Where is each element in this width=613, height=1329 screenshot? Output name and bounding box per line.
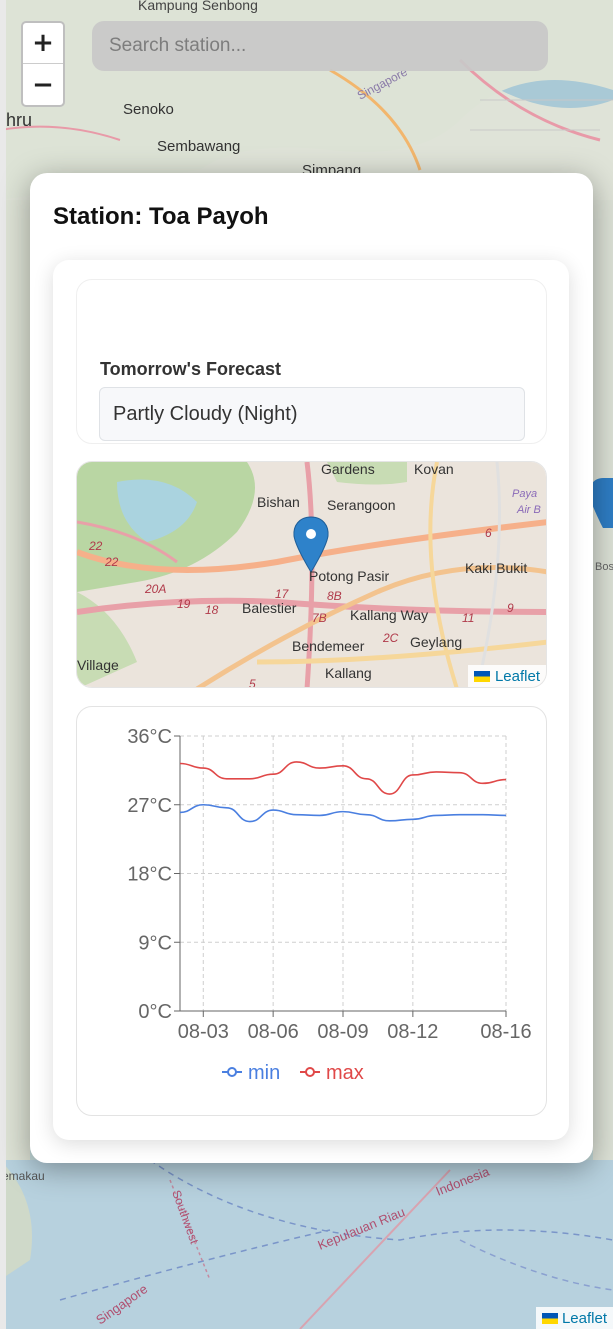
legend-label-min: min (248, 1062, 280, 1084)
mini-map-label: Bishan (257, 494, 300, 510)
road-number: 5 (249, 677, 256, 688)
map-label: emakau (2, 1169, 45, 1183)
road-number: 7B (312, 611, 327, 625)
mini-map-label: Kaki Bukit (465, 560, 527, 576)
y-tick-label: 27°C (127, 795, 172, 817)
mini-map-label: Potong Pasir (309, 568, 389, 584)
x-tick-label: 08-03 (178, 1021, 229, 1043)
forecast-field: Partly Cloudy (Night) (99, 387, 525, 441)
y-tick-label: 18°C (127, 864, 172, 886)
modal-title: Station: Toa Payoh (53, 203, 269, 230)
road-number: 17 (275, 587, 290, 601)
road-number: 22 (88, 539, 103, 553)
x-tick-label: 08-16 (480, 1021, 531, 1043)
legend-label-max: max (326, 1062, 364, 1084)
road-number: 2C (382, 631, 399, 645)
map-attribution[interactable]: Leaflet (535, 1307, 613, 1329)
map-label: Sembawang (157, 138, 240, 155)
mini-map-label: Geylang (410, 634, 462, 650)
zoom-out-button[interactable]: − (23, 64, 63, 105)
road-number: 19 (177, 597, 191, 611)
x-tick-label: 08-12 (387, 1021, 438, 1043)
road-number: 22 (104, 555, 119, 569)
mini-map-label: Village (77, 657, 119, 673)
forecast-card: Tomorrow's Forecast Partly Cloudy (Night… (76, 279, 547, 444)
attribution-link[interactable]: Leaflet (495, 668, 540, 685)
road-number: 8B (327, 589, 342, 603)
y-tick-label: 0°C (138, 1001, 172, 1023)
y-tick-label: 36°C (127, 726, 172, 748)
mini-map-label: Paya (512, 488, 537, 500)
road-number: 11 (462, 611, 474, 625)
mini-map-label: Kallang Way (350, 607, 428, 623)
map-label: hru (6, 110, 32, 130)
road-number: 6 (485, 526, 492, 540)
station-card: Tomorrow's Forecast Partly Cloudy (Night… (53, 260, 569, 1140)
mini-map-attribution[interactable]: Leaflet (467, 665, 546, 687)
map-label: Kampung Senbong (138, 0, 258, 13)
road-number: 18 (205, 603, 219, 617)
mini-map-label: Kovan (414, 462, 454, 477)
temperature-chart-card: 36°C 27°C 18°C 9°C 0°C 08-03 08-06 08-09 08-12 08… (76, 706, 547, 1116)
zoom-control: + − (21, 21, 65, 107)
search-input[interactable]: Search station... (92, 21, 548, 71)
x-tick-label: 08-06 (248, 1021, 299, 1043)
map-label: Bose (595, 561, 613, 573)
forecast-label: Tomorrow's Forecast (100, 359, 281, 379)
legend-dot-min (227, 1067, 237, 1077)
mini-map-label: Serangoon (327, 497, 396, 513)
attribution-link[interactable]: Leaflet (562, 1310, 607, 1327)
ukraine-flag-icon (473, 670, 490, 682)
road-number: 20A (144, 582, 166, 596)
mini-map-label: Kallang (325, 665, 372, 681)
x-tick-label: 08-09 (317, 1021, 368, 1043)
mini-map-label: Balestier (242, 600, 297, 616)
road-number: 9 (507, 601, 514, 615)
y-tick-label: 9°C (138, 932, 172, 954)
mini-map-label: Bendemeer (292, 638, 365, 654)
ukraine-flag-icon (541, 1312, 558, 1324)
map-edge (0, 0, 6, 1329)
mini-map-label: Gardens (321, 462, 375, 477)
station-mini-map[interactable]: Gardens Kovan Bishan Serangoon Potong Pa… (76, 461, 547, 688)
station-modal: Station: Toa Payoh Tomorrow's Forecast P… (30, 173, 593, 1163)
temperature-chart: 36°C 27°C 18°C 9°C 0°C 08-03 08-06 08-09 08-12 08… (127, 726, 531, 1084)
legend-dot-max (305, 1067, 315, 1077)
mini-map-label: Air B (516, 504, 541, 516)
zoom-in-button[interactable]: + (23, 23, 63, 64)
map-label: Senoko (123, 101, 174, 118)
